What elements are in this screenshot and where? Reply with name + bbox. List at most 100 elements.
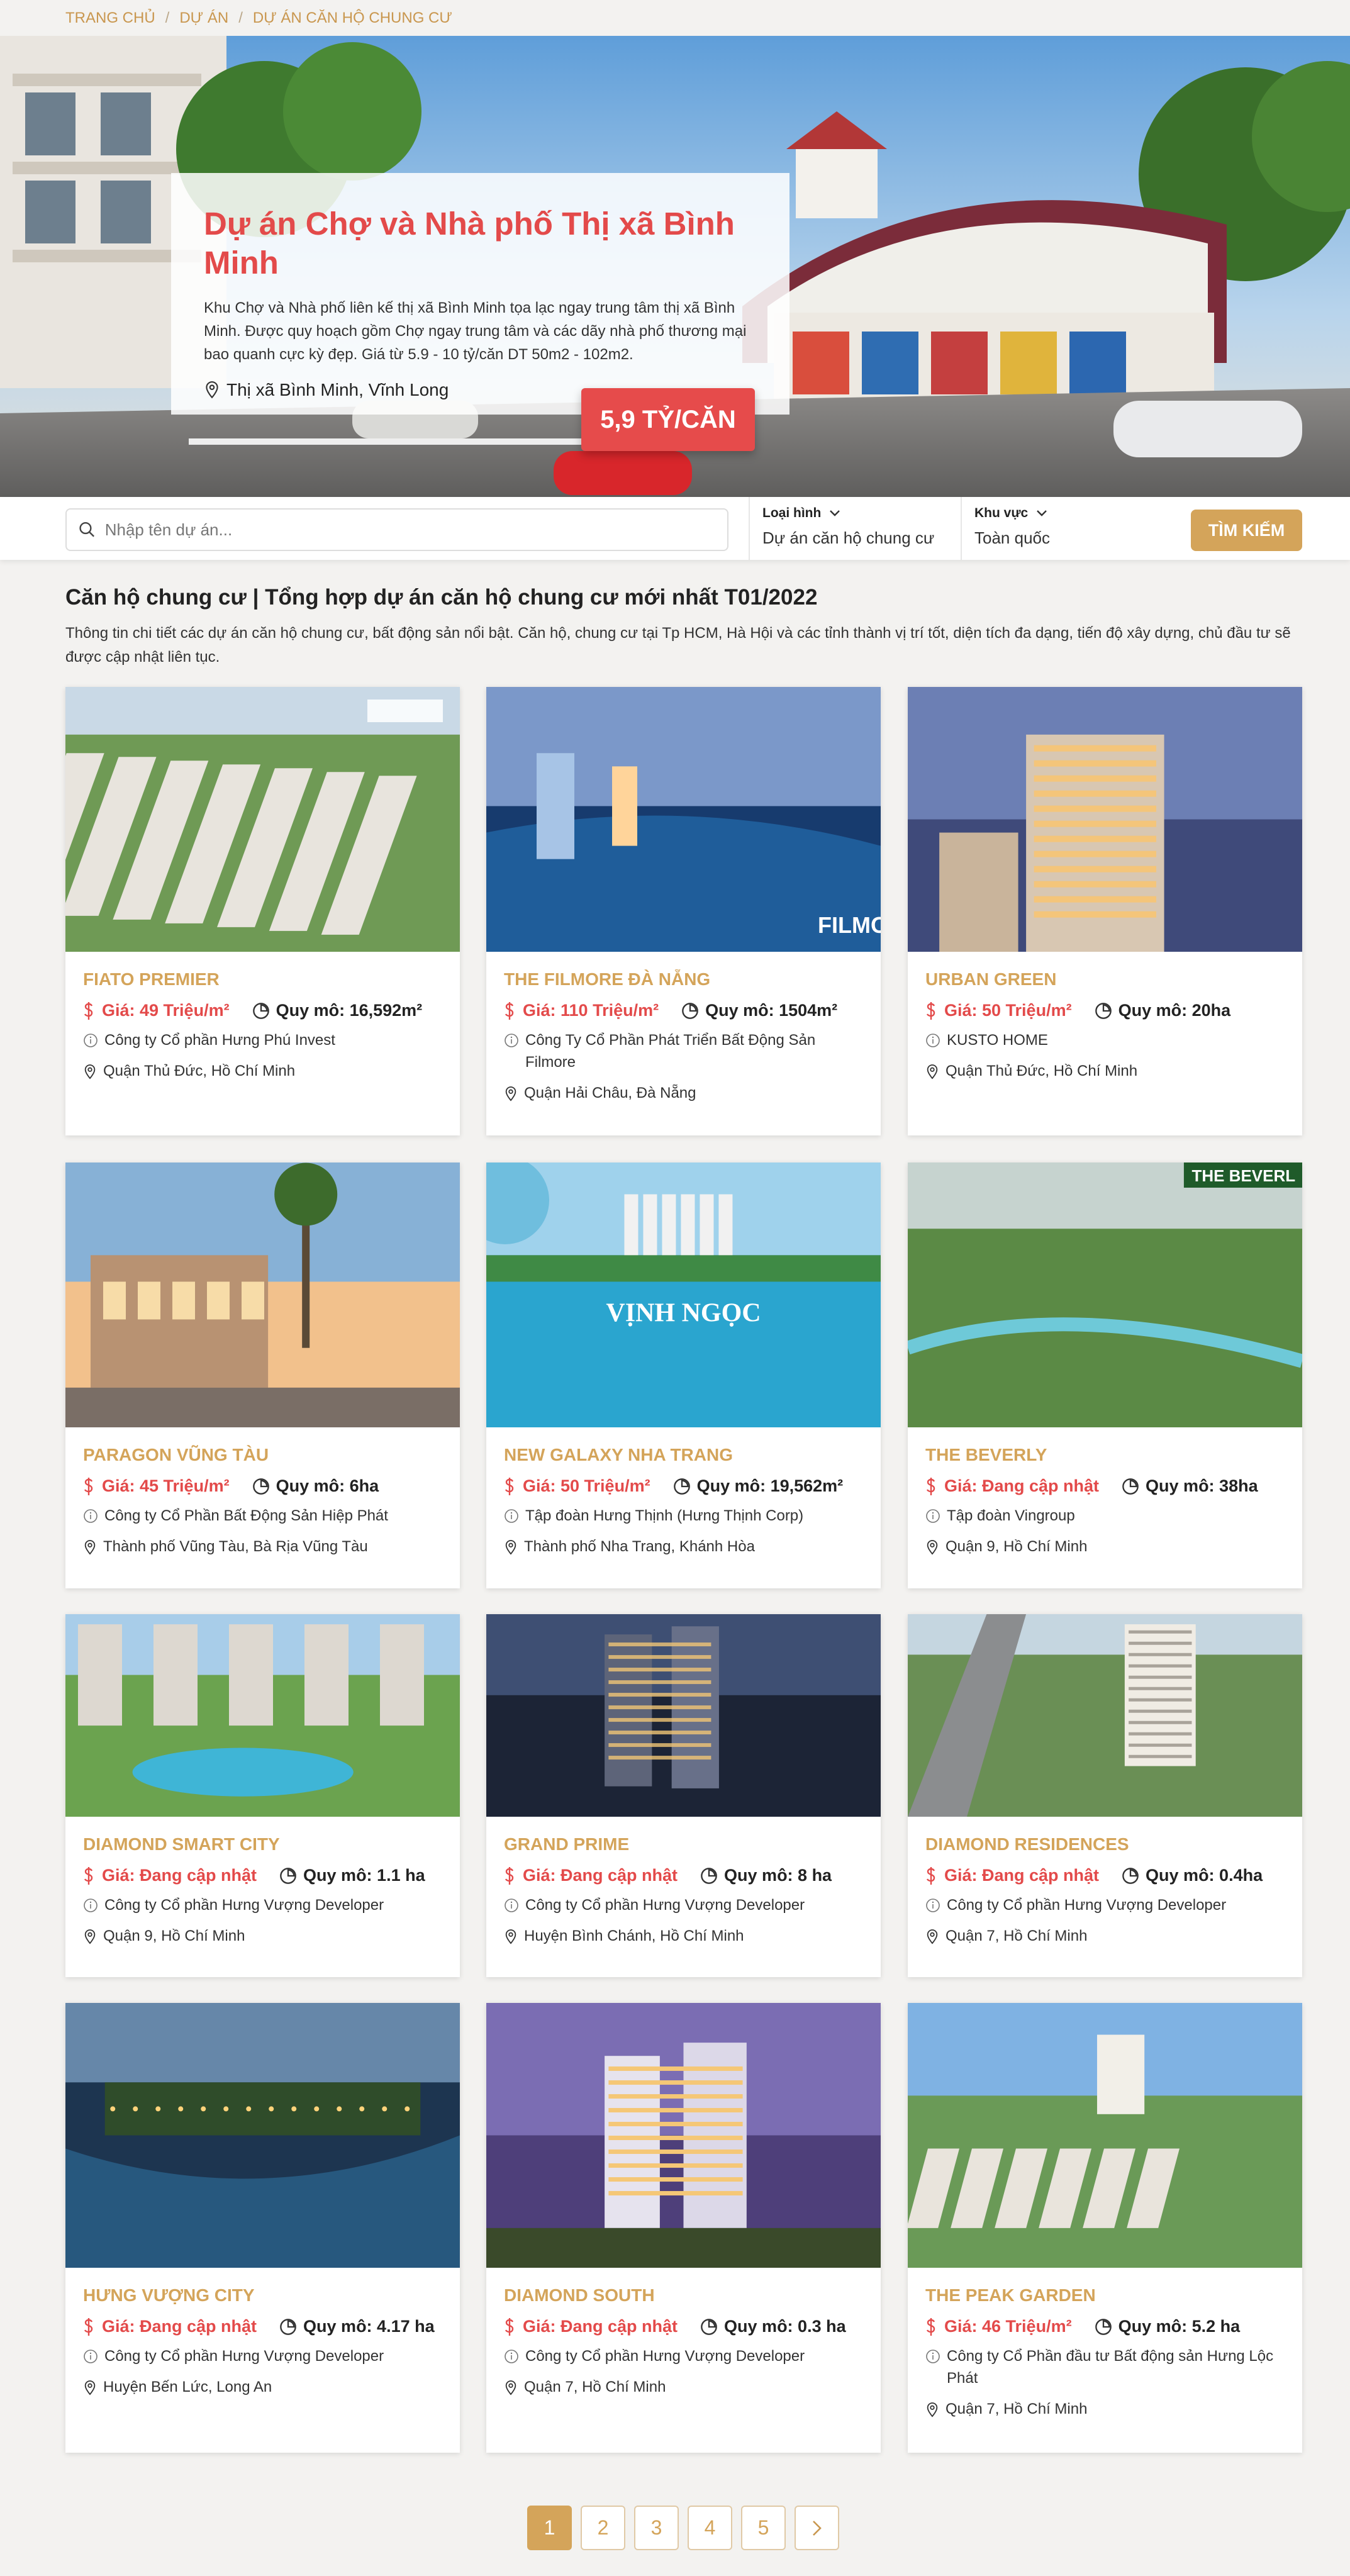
type-filter-label-row: Loại hình <box>762 506 948 521</box>
project-developer-text: Tập đoàn Vingroup <box>947 1507 1075 1524</box>
project-developer: Công ty Cổ phần Hưng Vượng Developer <box>83 1894 442 1916</box>
project-image[interactable] <box>65 687 460 952</box>
project-scale: Quy mô: 16,592m² <box>252 1001 422 1020</box>
breadcrumb-current[interactable]: DỰ ÁN CĂN HỘ CHUNG CƯ <box>253 9 452 27</box>
project-name[interactable]: FIATO PREMIER <box>83 969 442 990</box>
project-scale: Quy mô: 8 ha <box>700 1866 832 1885</box>
project-name[interactable]: DIAMOND SMART CITY <box>83 1834 442 1854</box>
project-image[interactable] <box>65 1614 460 1817</box>
project-card[interactable]: VỊNH NGỌC NEW GALAXY NHA TRANG Giá: 50 T… <box>486 1163 881 1588</box>
project-card[interactable]: HƯNG VƯỢNG CITY Giá: Đang cập nhật Quy m… <box>65 2003 460 2453</box>
project-scale-text: Quy mô: 1504m² <box>705 1001 838 1020</box>
project-name[interactable]: THE FILMORE ĐÀ NẴNG <box>504 969 863 990</box>
search-input-wrapper[interactable] <box>65 508 728 551</box>
info-icon <box>505 1509 518 1523</box>
project-card[interactable]: THE PEAK GARDEN Giá: 46 Triệu/m² Quy mô:… <box>908 2003 1302 2453</box>
project-image[interactable] <box>65 1163 460 1427</box>
project-card[interactable]: DIAMOND SOUTH Giá: Đang cập nhật Quy mô:… <box>486 2003 881 2453</box>
project-name[interactable]: PARAGON VŨNG TÀU <box>83 1445 442 1465</box>
next-page-button[interactable] <box>795 2506 839 2550</box>
svg-text:THE BEVERL: THE BEVERL <box>1191 1166 1295 1185</box>
project-card[interactable]: DIAMOND SMART CITY Giá: Đang cập nhật Qu… <box>65 1614 460 1977</box>
map-pin-icon <box>505 2380 516 2395</box>
breadcrumb-projects[interactable]: DỰ ÁN <box>179 9 228 27</box>
project-image[interactable]: VỊNH NGỌC <box>486 1163 881 1427</box>
dollar-icon <box>84 2317 93 2336</box>
breadcrumb-separator: / <box>238 9 243 26</box>
project-developer: Công ty Cổ phần Hưng Vượng Developer <box>83 2345 442 2367</box>
project-price-text: Giá: 50 Triệu/m² <box>523 1476 650 1495</box>
project-name[interactable]: DIAMOND RESIDENCES <box>925 1834 1285 1854</box>
project-meta: Giá: 49 Triệu/m² Quy mô: 16,592m² <box>83 1001 442 1020</box>
project-location: Quận 9, Hồ Chí Minh <box>83 1925 442 1947</box>
page-5-button[interactable]: 5 <box>741 2506 786 2550</box>
scale-icon <box>673 1478 690 1495</box>
project-card[interactable]: GRAND PRIME Giá: Đang cập nhật Quy mô: 8… <box>486 1614 881 1977</box>
project-image[interactable] <box>908 1614 1302 1817</box>
page-4-button[interactable]: 4 <box>688 2506 732 2550</box>
project-name[interactable]: URBAN GREEN <box>925 969 1285 990</box>
page-2-button[interactable]: 2 <box>581 2506 625 2550</box>
project-card[interactable]: THE BEVERL THE BEVERLY Giá: Đang cập nhậ… <box>908 1163 1302 1588</box>
project-image[interactable] <box>908 687 1302 952</box>
project-scale: Quy mô: 0.3 ha <box>700 2317 846 2336</box>
project-image[interactable] <box>908 2003 1302 2268</box>
scale-icon <box>1122 1478 1139 1495</box>
project-image-art <box>65 2003 460 2268</box>
project-scale-text: Quy mô: 1.1 ha <box>303 1866 425 1885</box>
project-image[interactable] <box>486 2003 881 2268</box>
search-input[interactable] <box>104 520 716 540</box>
project-price-text: Giá: Đang cập nhật <box>102 1866 257 1885</box>
project-developer-text: Công ty Cổ phần Hưng Vượng Developer <box>104 2348 384 2365</box>
page-3-button[interactable]: 3 <box>634 2506 679 2550</box>
page-1-button[interactable]: 1 <box>527 2506 572 2550</box>
project-price-text: Giá: 50 Triệu/m² <box>944 1001 1072 1020</box>
project-image[interactable] <box>65 2003 460 2268</box>
project-location-text: Quận 7, Hồ Chí Minh <box>946 1927 1088 1944</box>
project-card[interactable]: FIATO PREMIER Giá: 49 Triệu/m² Quy mô: 1… <box>65 687 460 1135</box>
breadcrumb-home[interactable]: TRANG CHỦ <box>65 9 155 27</box>
project-price: Giá: Đang cập nhật <box>504 2317 678 2336</box>
hero-title[interactable]: Dự án Chợ và Nhà phố Thị xã Bình Minh <box>204 204 757 282</box>
project-name[interactable]: NEW GALAXY NHA TRANG <box>504 1445 863 1465</box>
project-card[interactable]: PARAGON VŨNG TÀU Giá: 45 Triệu/m² Quy mô… <box>65 1163 460 1588</box>
scale-icon <box>1095 1002 1112 1019</box>
type-filter[interactable]: Loại hình Dự án căn hộ chung cư <box>749 497 961 560</box>
project-image[interactable]: THE BEVERL <box>908 1163 1302 1427</box>
project-scale: Quy mô: 4.17 ha <box>279 2317 435 2336</box>
project-name[interactable]: DIAMOND SOUTH <box>504 2285 863 2306</box>
svg-text:FILMO: FILMO <box>818 912 881 938</box>
project-price: Giá: 50 Triệu/m² <box>504 1476 650 1496</box>
project-image[interactable]: FILMO <box>486 687 881 952</box>
search-button[interactable]: TÌM KIẾM <box>1191 510 1302 551</box>
project-name[interactable]: THE PEAK GARDEN <box>925 2285 1285 2306</box>
info-icon <box>505 2350 518 2363</box>
project-name[interactable]: THE BEVERLY <box>925 1445 1285 1465</box>
project-scale: Quy mô: 38ha <box>1122 1476 1258 1496</box>
project-location: Thành phố Nha Trang, Khánh Hòa <box>504 1536 863 1558</box>
project-card[interactable]: FILMO THE FILMORE ĐÀ NẴNG Giá: 110 Triệu… <box>486 687 881 1135</box>
project-developer: Công ty Cổ phần Hưng Vượng Developer <box>925 1894 1285 1916</box>
project-scale: Quy mô: 19,562m² <box>673 1476 843 1496</box>
project-image[interactable] <box>486 1614 881 1817</box>
project-location-text: Quận Thủ Đức, Hồ Chí Minh <box>946 1062 1138 1079</box>
hero-banner[interactable]: Dự án Chợ và Nhà phố Thị xã Bình Minh Kh… <box>0 36 1350 497</box>
area-filter[interactable]: Khu vực Toàn quốc <box>961 497 1149 560</box>
info-icon <box>926 1899 940 1912</box>
project-card[interactable]: DIAMOND RESIDENCES Giá: Đang cập nhật Qu… <box>908 1614 1302 1977</box>
project-image-art: THE BEVERL <box>908 1163 1302 1427</box>
project-name[interactable]: GRAND PRIME <box>504 1834 863 1854</box>
info-icon <box>84 1034 98 1047</box>
map-pin-icon <box>84 1540 96 1555</box>
project-scale-text: Quy mô: 4.17 ha <box>303 2317 435 2336</box>
chevron-down-icon <box>830 510 840 516</box>
area-filter-label-row: Khu vực <box>974 506 1137 521</box>
project-card[interactable]: URBAN GREEN Giá: 50 Triệu/m² Quy mô: 20h… <box>908 687 1302 1135</box>
hero-price-badge[interactable]: 5,9 TỶ/CĂN <box>581 388 755 451</box>
area-filter-value: Toàn quốc <box>974 528 1050 547</box>
project-card-body: DIAMOND SOUTH Giá: Đang cập nhật Quy mô:… <box>486 2268 881 2398</box>
info-icon <box>84 2350 98 2363</box>
project-name[interactable]: HƯNG VƯỢNG CITY <box>83 2285 442 2306</box>
map-pin-icon <box>927 1540 938 1555</box>
search-icon <box>79 522 94 537</box>
